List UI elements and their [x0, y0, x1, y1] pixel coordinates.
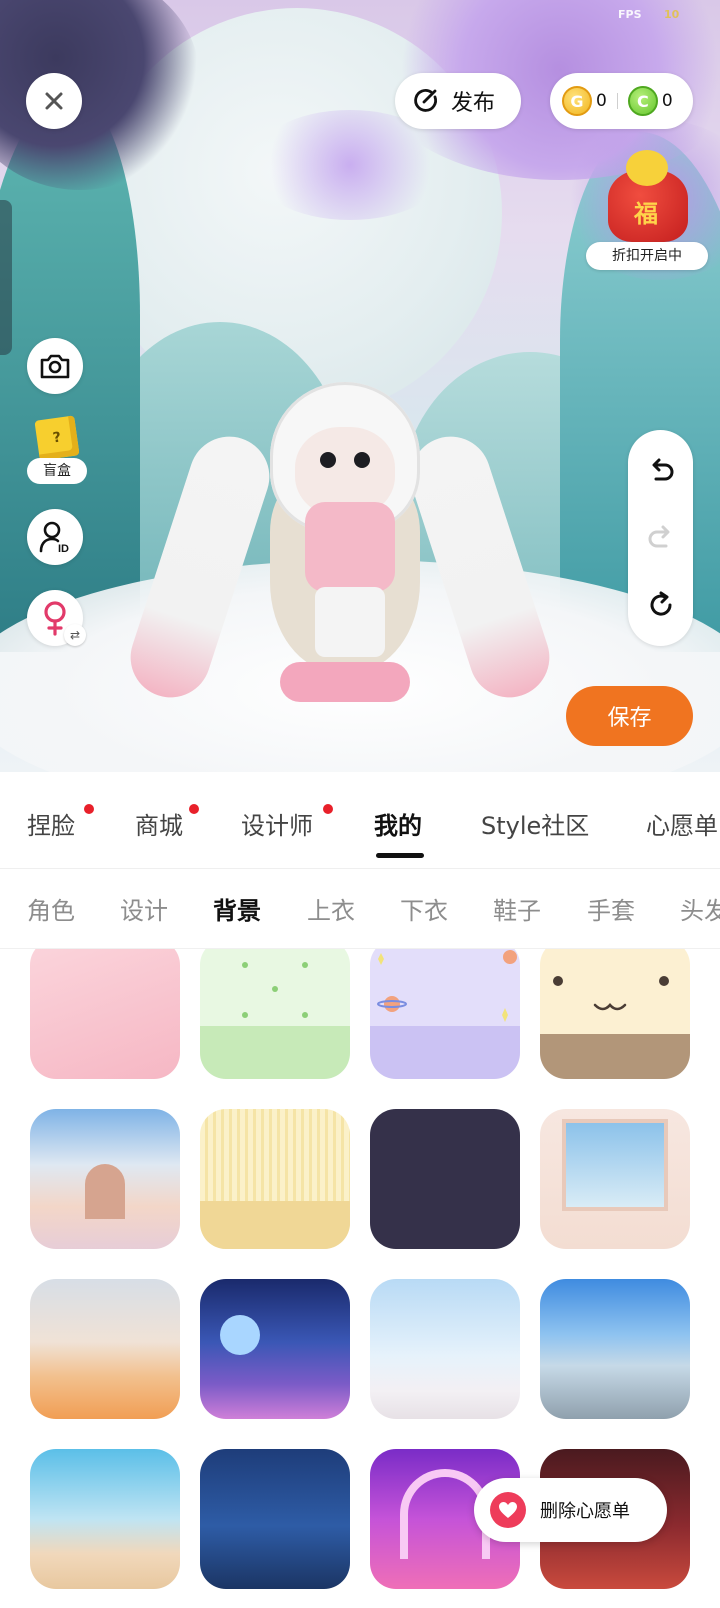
window-shape: [562, 1119, 668, 1211]
category-bottom[interactable]: 下衣: [400, 891, 448, 926]
background-tile-blue-night-room[interactable]: [200, 1449, 350, 1589]
category-design[interactable]: 设计: [120, 891, 168, 926]
category-character[interactable]: 角色: [27, 891, 75, 926]
green-coin-value: 0: [661, 91, 673, 111]
category-gloves[interactable]: 手套: [587, 891, 635, 926]
swap-icon: ⇄: [64, 624, 86, 646]
tab-shop[interactable]: 商城: [135, 806, 183, 841]
avatar-eye: [320, 452, 336, 468]
reset-icon[interactable]: [646, 590, 676, 620]
active-tab-indicator: [376, 853, 424, 858]
background-tile-sky-window[interactable]: [370, 1279, 520, 1419]
camera-icon: [40, 354, 70, 379]
blind-box-icon: ?: [34, 415, 80, 461]
tab-style-community[interactable]: Style社区: [481, 806, 589, 841]
currency-balance[interactable]: G 0 C 0: [550, 73, 693, 129]
fps-label: FPS: [618, 8, 642, 21]
category-background[interactable]: 背景: [213, 891, 261, 926]
promo-label: 折扣开启中: [586, 242, 708, 270]
divider: [616, 93, 618, 109]
background-tile-cream-face[interactable]: [540, 949, 690, 1079]
fortune-glyph: 福: [634, 199, 658, 228]
notification-dot: [84, 804, 94, 814]
heart-shape: [499, 1502, 517, 1518]
redo-icon[interactable]: [646, 523, 676, 553]
avatar-scene[interactable]: FPS 10 发布 G 0 C 0 福 折扣开启中 ? 盲盒 ID ⇄ 保存: [0, 0, 720, 772]
category-tabs: 角色 设计 背景 上衣 下衣 鞋子 手套 头发: [0, 869, 720, 949]
tab-face[interactable]: 捏脸: [27, 806, 75, 841]
publish-icon: [414, 89, 437, 112]
character-id-button[interactable]: ID: [27, 509, 83, 565]
history-controls: [628, 430, 693, 646]
avatar-character[interactable]: [120, 372, 560, 732]
blind-box-label: 盲盒: [27, 458, 87, 484]
category-shoes[interactable]: 鞋子: [493, 891, 541, 926]
notification-dot: [189, 804, 199, 814]
publish-button[interactable]: 发布: [395, 73, 521, 129]
avatar-top: [305, 502, 395, 592]
background-tile-green-dots[interactable]: [200, 949, 350, 1079]
dots-pattern: [242, 962, 308, 1018]
avatar-legs: [315, 587, 385, 657]
svg-text:ID: ID: [58, 543, 69, 554]
background-tile-pink-gradient[interactable]: [30, 949, 180, 1079]
mascot-icon: [626, 150, 668, 186]
tab-designer[interactable]: 设计师: [241, 806, 313, 841]
gold-g-coin-icon: G: [562, 86, 592, 116]
user-id-icon: ID: [39, 521, 69, 554]
green-c-coin-icon: C: [627, 86, 658, 116]
close-icon: [45, 92, 63, 110]
blind-box-button[interactable]: ? 盲盒: [27, 415, 87, 486]
floor-band: [200, 1201, 350, 1249]
tab-mine[interactable]: 我的: [374, 806, 422, 841]
moon-shape: [220, 1315, 260, 1355]
primary-tabs: 捏脸 商城 设计师 我的 Style社区 心愿单: [0, 772, 720, 869]
tab-wishlist[interactable]: 心愿单: [646, 806, 718, 841]
face-pattern: [553, 976, 669, 1011]
discount-promo[interactable]: 福 折扣开启中: [586, 150, 708, 272]
avatar-shoes: [280, 662, 410, 702]
gold-coin-value: 0: [596, 91, 607, 111]
background-tile-lavender-planets[interactable]: [370, 949, 520, 1079]
fps-value: 10: [664, 8, 680, 21]
publish-label: 发布: [451, 91, 496, 116]
background-tile-bridge-sky[interactable]: [30, 1449, 180, 1589]
save-button[interactable]: 保存: [566, 686, 693, 746]
background-tile-rooftop-city[interactable]: [540, 1279, 690, 1419]
remove-wishlist-button[interactable]: 删除心愿单: [474, 1478, 667, 1542]
avatar-eye: [354, 452, 370, 468]
undo-icon[interactable]: [646, 456, 676, 486]
camera-button[interactable]: [27, 338, 83, 394]
side-drawer-handle[interactable]: [0, 200, 12, 355]
category-top[interactable]: 上衣: [307, 891, 355, 926]
background-tile-night-city-balcony[interactable]: [200, 1279, 350, 1419]
heart-icon: [490, 1492, 526, 1528]
category-hair[interactable]: 头发: [680, 891, 720, 926]
close-button[interactable]: [26, 73, 82, 129]
notification-dot: [323, 804, 333, 814]
planet-pattern: [377, 950, 517, 1022]
background-tile-dark-navy[interactable]: [370, 1109, 520, 1249]
throne-shape: [85, 1164, 125, 1219]
background-tile-palace-hall[interactable]: [30, 1109, 180, 1249]
remove-wishlist-label: 删除心愿单: [540, 1501, 630, 1522]
background-tile-yellow-stripes[interactable]: [200, 1109, 350, 1249]
background-tile-desert-dunes[interactable]: [30, 1279, 180, 1419]
background-tile-window-room[interactable]: [540, 1109, 690, 1249]
bunny-ear-left: [120, 426, 280, 708]
